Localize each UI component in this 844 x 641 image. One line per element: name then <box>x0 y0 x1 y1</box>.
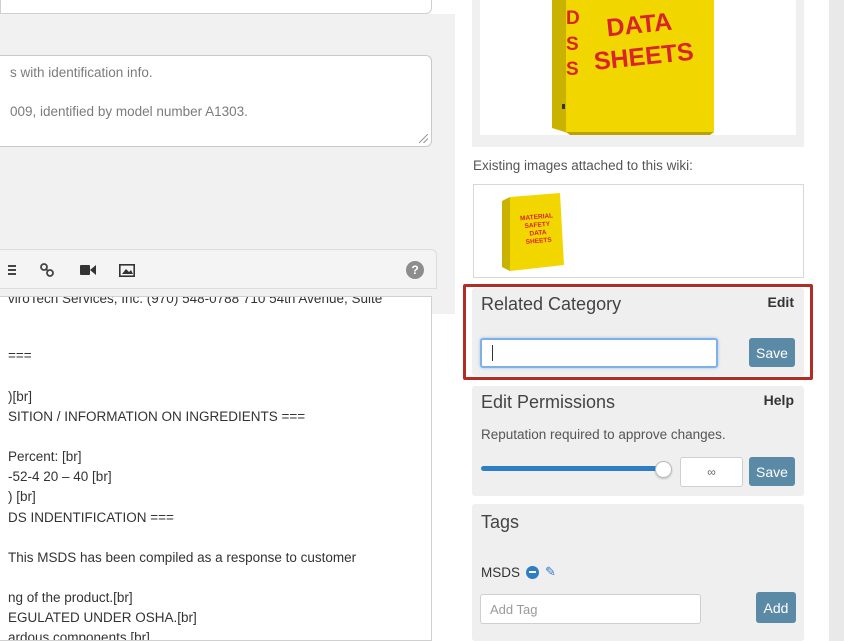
edit-permissions-title: Edit Permissions <box>481 392 616 412</box>
link-icon[interactable] <box>39 261 55 279</box>
title-input[interactable] <box>0 0 432 14</box>
remove-tag-icon[interactable] <box>526 565 540 579</box>
reputation-value-field[interactable]: ∞ <box>680 457 743 487</box>
editor-line: ardous components [br] <box>8 630 150 641</box>
pencil-icon[interactable]: ✎ <box>545 564 556 580</box>
video-icon[interactable] <box>80 261 96 279</box>
main-image-card: D S S DATA SHEETS <box>472 0 804 147</box>
editor-line: )[br] <box>8 389 33 404</box>
tags-title: Tags <box>481 512 520 532</box>
reputation-slider-track[interactable] <box>481 466 665 471</box>
editor-toolbar: ? <box>0 249 437 289</box>
edit-permissions-save-button[interactable]: Save <box>749 457 795 486</box>
add-tag-input[interactable]: Add Tag <box>480 594 701 624</box>
page-scrollbar[interactable] <box>829 0 844 641</box>
edit-permissions-description: Reputation required to approve changes. <box>481 427 726 442</box>
image-thumbnail[interactable]: MATERIAL SAFETY DATA SHEETS <box>502 193 566 271</box>
spine-letter: S <box>566 34 579 55</box>
highlight-annotation-box <box>463 284 813 380</box>
edit-permissions-help-link[interactable]: Help <box>764 392 794 408</box>
summary-textarea[interactable]: s with identification info. 009, identif… <box>0 55 432 147</box>
add-tag-placeholder: Add Tag <box>490 601 538 617</box>
editor-line: EGULATED UNDER OSHA.[br] <box>8 610 197 625</box>
summary-line: 009, identified by model number A1303. <box>10 104 248 119</box>
wiki-body-editor[interactable]: viroTech Services, Inc. (970) 548-0788 7… <box>0 296 432 641</box>
editor-line: === <box>8 348 32 363</box>
main-image[interactable]: D S S DATA SHEETS <box>480 0 796 135</box>
editor-line: Percent: [br] <box>8 449 82 464</box>
editor-line: DS INDENTIFICATION === <box>8 510 174 525</box>
editor-line: SITION / INFORMATION ON INGREDIENTS === <box>8 409 306 424</box>
editor-line: This MSDS has been compiled as a respons… <box>8 550 357 565</box>
editor-line: -52-4 20 – 40 [br] <box>8 469 112 484</box>
editor-line: ng of the product.[br] <box>8 590 133 605</box>
existing-images-label: Existing images attached to this wiki: <box>473 158 693 173</box>
spine-letter: S <box>566 59 579 80</box>
wiki-editor-column: s with identification info. 009, identif… <box>0 0 455 641</box>
tag-item: MSDS ✎ <box>481 564 556 580</box>
help-icon[interactable]: ? <box>406 261 424 279</box>
add-tag-button[interactable]: Add <box>756 592 796 623</box>
resize-handle[interactable] <box>419 134 428 143</box>
summary-line: s with identification info. <box>10 65 153 80</box>
reputation-slider-handle[interactable] <box>654 461 672 478</box>
edit-permissions-panel: Edit Permissions Help Reputation require… <box>472 386 804 496</box>
editor-line: viroTech Services, Inc. (970) 548-0788 7… <box>8 296 383 306</box>
tags-panel: Tags MSDS ✎ Add Tag Add <box>472 504 804 641</box>
editor-line: ) [br] <box>8 489 36 504</box>
existing-images-box: MATERIAL SAFETY DATA SHEETS <box>473 184 804 278</box>
image-icon[interactable] <box>119 261 135 279</box>
spine-letter: D <box>566 8 580 29</box>
tag-name: MSDS <box>481 564 521 580</box>
list-icon[interactable] <box>8 261 16 279</box>
